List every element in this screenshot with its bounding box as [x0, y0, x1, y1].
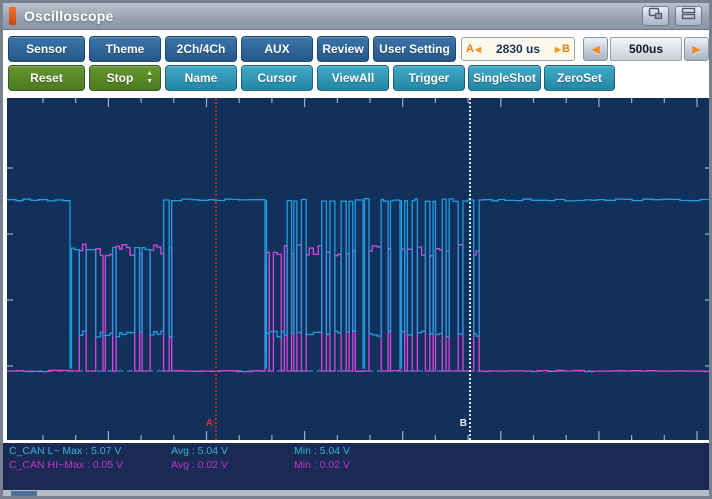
reset-button[interactable]: Reset	[8, 65, 85, 91]
ch2-max-readout: C_CAN HI~Max : 0.05 V	[9, 459, 124, 471]
bottom-frame	[3, 490, 709, 496]
ab-cursor-delta-readout[interactable]: A ◀ 2830 us ▶ B	[461, 37, 575, 61]
sensor-button-label: Sensor	[26, 42, 67, 56]
timebase-value: 500us	[628, 42, 664, 56]
viewall-button-label: ViewAll	[331, 71, 375, 85]
timebase-display: 500us	[610, 37, 682, 61]
review-button-label: Review	[322, 42, 364, 56]
ch1-max-readout: C_CAN L~ Max : 5.07 V	[9, 445, 122, 457]
theme-button[interactable]: Theme	[89, 36, 161, 62]
cursor-a-label: A	[205, 418, 213, 429]
channel2-measurements: C_CAN HI~Max : 0.05 V Avg : 0.02 V Min :…	[3, 459, 709, 472]
zeroset-button-label: ZeroSet	[557, 71, 602, 85]
sensor-button[interactable]: Sensor	[8, 36, 85, 62]
channel-mode-button[interactable]: 2Ch/4Ch	[165, 36, 237, 62]
channel1-measurements: C_CAN L~ Max : 5.07 V Avg : 5.04 V Min :…	[3, 445, 709, 458]
spinner-down-icon: ▼	[146, 78, 153, 85]
stop-button[interactable]: Stop ▲ ▼	[89, 65, 161, 91]
stop-button-label: Stop	[106, 71, 134, 85]
cursor-a-indicator: A	[466, 43, 474, 55]
singleshot-button[interactable]: SingleShot	[468, 65, 541, 91]
cursor-b-label: B	[459, 418, 467, 429]
arrange-windows-button[interactable]	[642, 6, 669, 26]
waveform-plot	[7, 98, 709, 440]
cursor-a-arrow-icon: ◀	[474, 44, 482, 54]
cursor-button-label: Cursor	[257, 71, 297, 85]
singleshot-button-label: SingleShot	[473, 71, 536, 85]
timebase-decrease-button[interactable]: ◀	[583, 37, 608, 61]
oscilloscope-window: Oscilloscope Sensor Theme 2Ch/4Ch AUX Re…	[0, 0, 712, 499]
right-arrow-icon: ▶	[692, 43, 701, 56]
reset-button-label: Reset	[30, 71, 63, 85]
channel-mode-button-label: 2Ch/4Ch	[176, 42, 226, 56]
zeroset-button[interactable]: ZeroSet	[544, 65, 615, 91]
review-button[interactable]: Review	[317, 36, 369, 62]
user-setting-button[interactable]: User Setting	[373, 36, 456, 62]
cursor-b-indicator: B	[562, 43, 570, 55]
spinner-up-icon: ▲	[146, 70, 153, 77]
viewall-button[interactable]: ViewAll	[317, 65, 389, 91]
tile-windows-icon	[681, 7, 696, 25]
waveform-display: A B	[7, 98, 709, 440]
ab-delta-value: 2830 us	[495, 42, 541, 56]
cursor-button[interactable]: Cursor	[241, 65, 313, 91]
timebase-increase-button[interactable]: ▶	[684, 37, 709, 61]
cursor-b-line[interactable]	[469, 98, 471, 440]
tile-windows-button[interactable]	[675, 6, 702, 26]
ch2-min-readout: Min : 0.02 V	[294, 459, 351, 471]
measurement-panel: C_CAN L~ Max : 5.07 V Avg : 5.04 V Min :…	[3, 443, 709, 490]
name-button[interactable]: Name	[165, 65, 237, 91]
bottom-resize-tab[interactable]	[11, 491, 37, 496]
aux-button-label: AUX	[264, 42, 290, 56]
trigger-button-label: Trigger	[408, 71, 450, 85]
theme-button-label: Theme	[105, 42, 145, 56]
trigger-button[interactable]: Trigger	[393, 65, 465, 91]
name-button-label: Name	[184, 71, 218, 85]
ch2-avg-readout: Avg : 0.02 V	[171, 459, 229, 471]
ch1-avg-readout: Avg : 5.04 V	[171, 445, 229, 457]
window-title: Oscilloscope	[24, 8, 114, 24]
stop-spinner-icon[interactable]: ▲ ▼	[146, 70, 153, 86]
user-setting-button-label: User Setting	[379, 42, 450, 56]
left-arrow-icon: ◀	[591, 43, 600, 56]
title-accent-bar	[9, 7, 16, 25]
ch1-min-readout: Min : 5.04 V	[294, 445, 351, 457]
cascade-windows-icon	[648, 7, 663, 25]
cursor-a-line[interactable]	[215, 98, 217, 440]
cursor-b-arrow-icon: ▶	[554, 44, 562, 54]
title-bar: Oscilloscope	[3, 3, 709, 30]
aux-button[interactable]: AUX	[241, 36, 313, 62]
